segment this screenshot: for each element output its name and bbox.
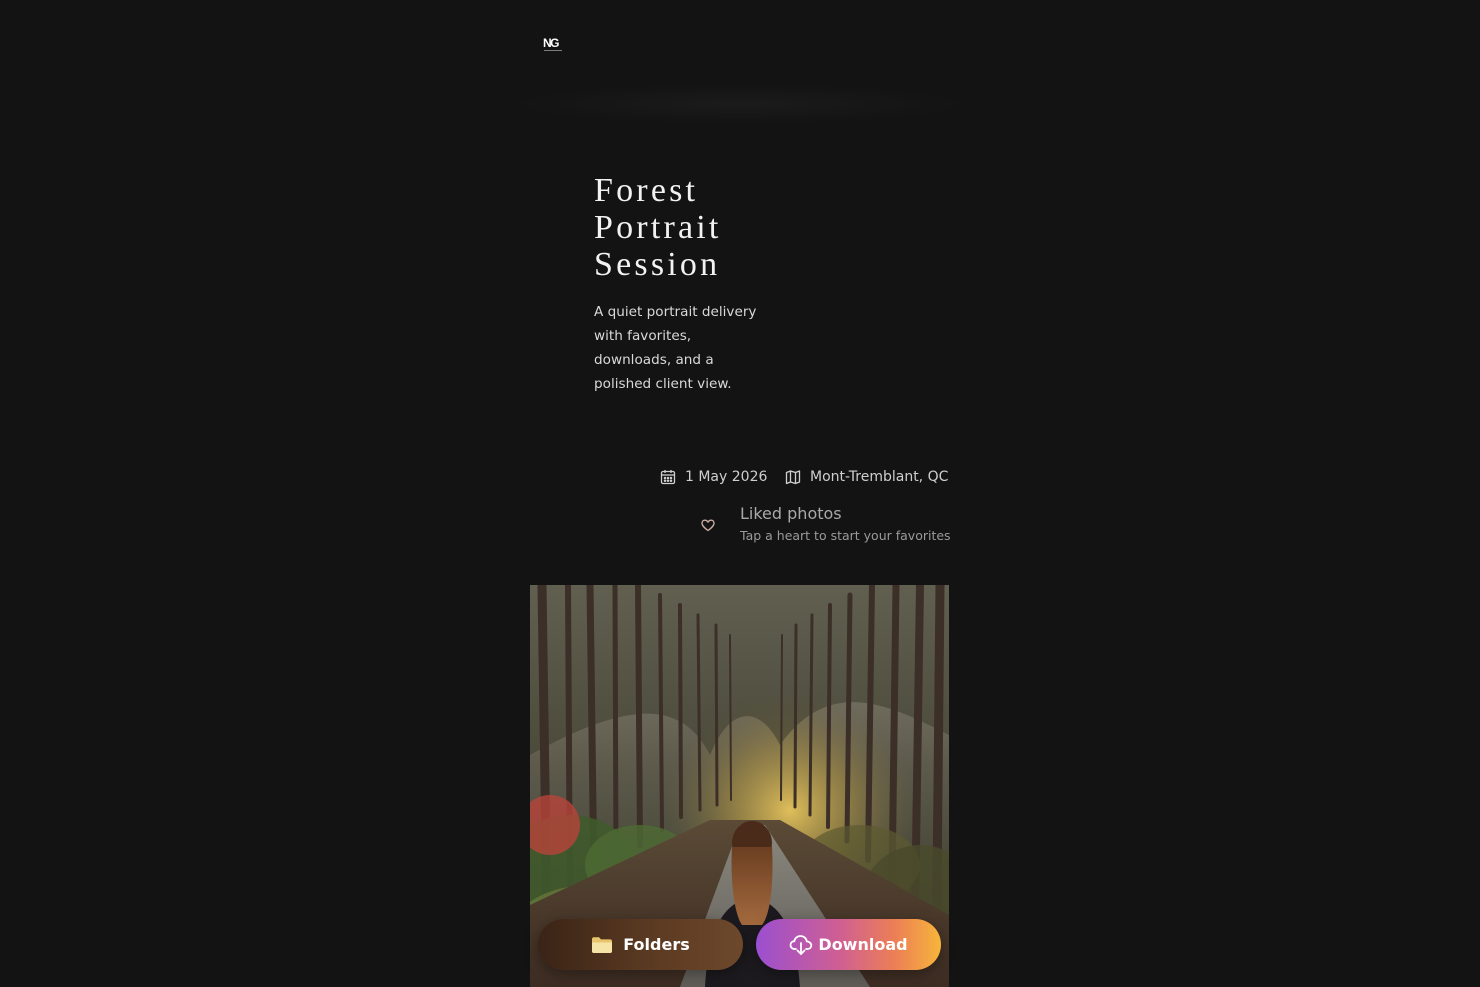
gallery-location-text: Mont-Tremblant, QC (810, 469, 949, 485)
liked-photos-title: Liked photos (740, 504, 842, 523)
map-icon (784, 468, 802, 486)
folder-icon (591, 936, 613, 954)
liked-photos-panel[interactable]: Liked photos Tap a heart to start your f… (700, 503, 951, 547)
folders-button-label: Folders (623, 935, 690, 954)
brand-logo[interactable]: NG (543, 36, 565, 52)
gallery-title: Forest Portrait Session (594, 172, 722, 283)
brand-logo-text: NG (543, 36, 560, 50)
cloud-download-icon (789, 934, 813, 956)
gallery-location: Mont-Tremblant, QC (784, 466, 948, 488)
header-divider-glow (510, 84, 970, 124)
gallery-date: 1 May 2026 (659, 466, 767, 488)
gallery-date-text: 1 May 2026 (685, 469, 768, 485)
download-button-label: Download (818, 935, 908, 954)
download-button[interactable]: Download (756, 919, 941, 970)
brand-logo-underline (544, 50, 562, 51)
calendar-icon (659, 468, 677, 486)
heart-icon[interactable] (700, 517, 716, 533)
liked-photos-subtitle: Tap a heart to start your favorites (740, 528, 951, 543)
folders-button[interactable]: Folders (538, 919, 743, 970)
gallery-description: A quiet portrait delivery with favorites… (594, 304, 757, 392)
